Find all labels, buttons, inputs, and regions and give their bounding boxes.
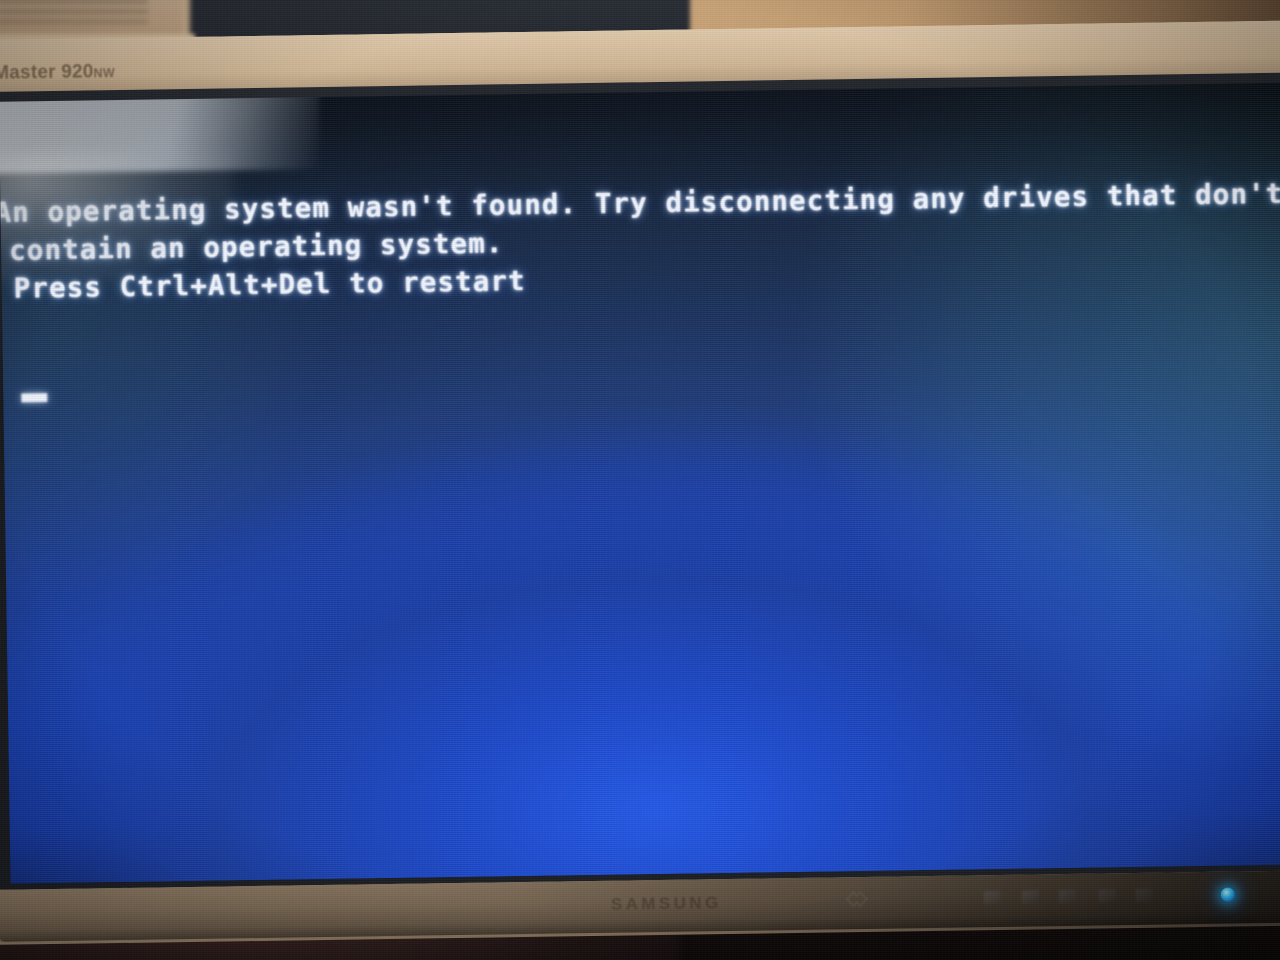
screen-pixel-texture (0, 82, 1280, 884)
monitor: cMaster 920NW An operating system wasn't… (0, 20, 1280, 945)
lcd-screen[interactable]: An operating system wasn't found. Try di… (0, 82, 1280, 884)
photo-canvas: cMaster 920NW An operating system wasn't… (0, 0, 1280, 960)
monitor-model-label-text: cMaster 920 (0, 61, 94, 84)
background-paper-text-lines (0, 0, 148, 26)
monitor-model-label-suffix: NW (93, 66, 116, 81)
monitor-model-label: cMaster 920NW (0, 61, 115, 85)
